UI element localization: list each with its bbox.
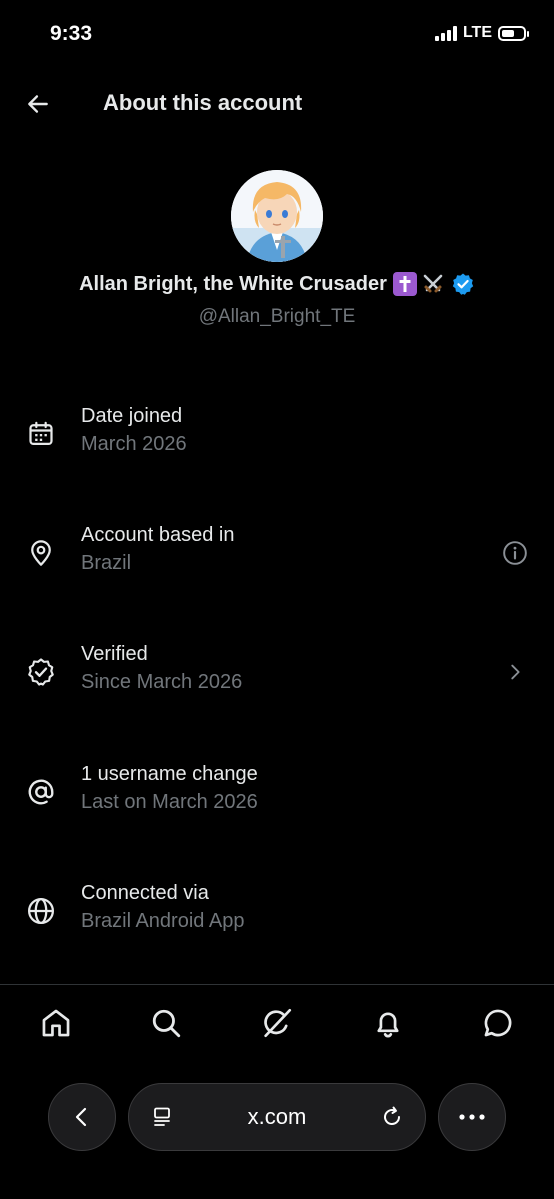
info-item-date-joined: Date joined March 2026 [0,405,554,485]
network-type: LTE [462,24,492,41]
verified-badge-icon [452,273,474,295]
home-icon[interactable] [36,1003,76,1043]
crossed-swords-emoji [421,272,445,296]
info-item-username-change: 1 username change Last on March 2026 [0,763,554,843]
status-bar: 9:33 LTE [0,0,554,70]
globe-icon [24,894,58,928]
at-sign-icon [24,775,58,809]
browser-menu-button[interactable] [438,1083,506,1151]
grok-icon[interactable] [257,1003,297,1043]
handle: @Allan_Bright_TE [198,306,356,327]
bottom-nav [0,985,554,1061]
browser-bar: x.com [0,1078,554,1158]
back-button[interactable] [22,88,54,120]
signal-strength-icon [434,25,457,41]
info-item-account-based-in: Account based in Brazil [0,524,554,604]
search-icon[interactable] [146,1003,186,1043]
info-title: Account based in [81,524,235,546]
info-subtitle: Since March 2026 [81,671,243,693]
more-dots-icon [459,1114,485,1120]
info-subtitle: Brazil Android App [81,910,245,932]
info-subtitle: Last on March 2026 [81,791,258,813]
header: About this account [0,72,554,136]
avatar[interactable] [231,170,323,262]
messages-icon[interactable] [478,1003,518,1043]
info-item-verified[interactable]: Verified Since March 2026 [0,643,554,723]
status-indicators: LTE [434,24,529,42]
info-subtitle: Brazil [81,552,132,574]
battery-level [502,29,514,37]
page-title: About this account [103,90,303,115]
verified-outline-icon [24,655,58,689]
latin-cross-emoji [392,272,417,296]
chevron-right-icon[interactable] [500,657,530,687]
browser-back-button[interactable] [48,1083,116,1151]
info-title: Verified [81,643,148,665]
chevron-left-icon [75,1107,87,1127]
notifications-bell-icon[interactable] [368,1003,408,1043]
info-title: Connected via [81,882,209,904]
info-title: Date joined [81,405,183,427]
calendar-icon [24,417,58,451]
info-title: 1 username change [81,763,258,785]
battery-icon [498,25,529,41]
address-bar[interactable]: x.com [128,1083,426,1151]
arrow-left-icon [28,95,48,113]
display-name: Allan Bright, the White Crusader [79,272,387,295]
info-subtitle: March 2026 [81,433,187,455]
location-pin-icon [24,536,58,570]
avatar-image [231,170,323,262]
display-name-row: Allan Bright, the White Crusader [0,272,554,296]
info-icon[interactable] [500,538,530,568]
status-time: 9:33 [50,22,93,45]
reload-icon[interactable] [379,1104,405,1130]
info-item-connected-via: Connected via Brazil Android App [0,882,554,962]
